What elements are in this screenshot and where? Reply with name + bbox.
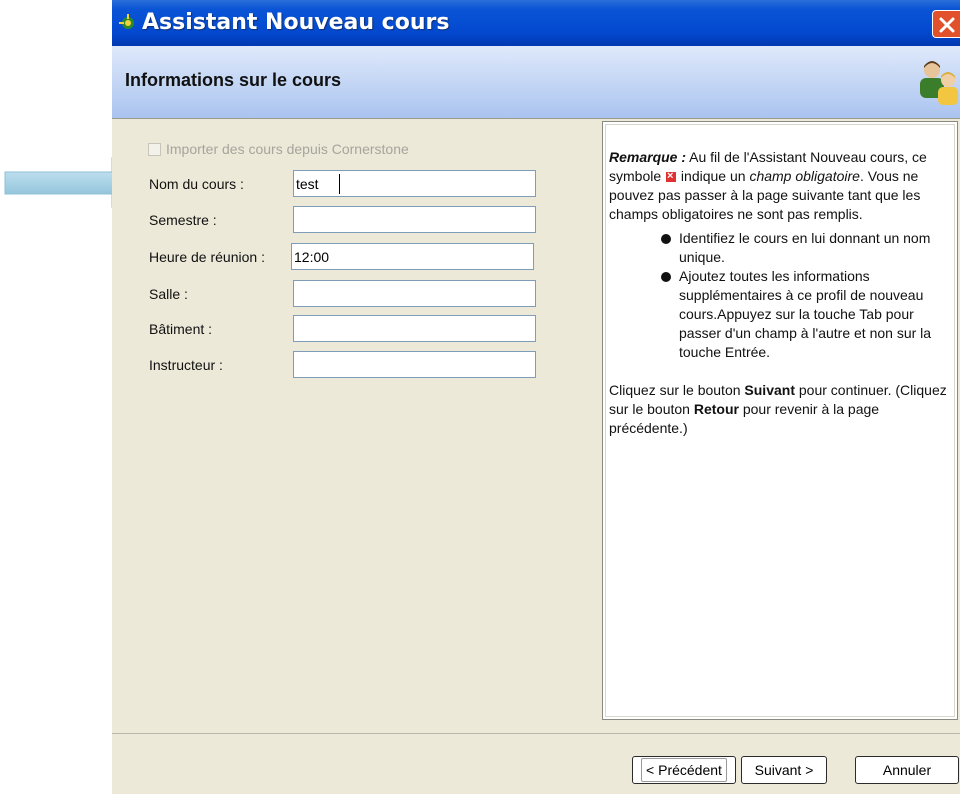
import-checkbox-label: Importer des cours depuis Cornerstone	[166, 141, 409, 157]
help-text-segment: Cliquez sur le bouton	[609, 382, 745, 398]
room-input[interactable]	[293, 280, 536, 307]
app-icon	[119, 14, 134, 29]
bullet-icon	[661, 272, 671, 282]
wizard-header: Informations sur le cours	[112, 46, 960, 118]
semester-label: Semestre :	[149, 212, 217, 228]
semester-input[interactable]	[293, 206, 536, 233]
help-paragraph-required: Remarque : Au fil de l'Assistant Nouveau…	[609, 148, 949, 224]
cancel-button-label: Annuler	[882, 762, 932, 778]
remark-label: Remarque :	[609, 149, 687, 165]
help-bullet-list: Identifiez le cours en lui donnant un no…	[609, 229, 949, 362]
bullet-text: Identifiez le cours en lui donnant un no…	[679, 230, 931, 265]
list-item: Ajoutez toutes les informations suppléme…	[609, 267, 949, 362]
next-button-label: Suivant >	[754, 762, 814, 778]
close-button[interactable]	[932, 10, 960, 38]
instructor-label: Instructeur :	[149, 357, 223, 373]
back-keyword: Retour	[693, 401, 739, 417]
close-icon	[939, 17, 955, 33]
next-button[interactable]: Suivant >	[741, 756, 827, 784]
help-panel: Remarque : Au fil de l'Assistant Nouveau…	[602, 121, 958, 720]
footer-divider	[112, 733, 960, 734]
building-input[interactable]	[293, 315, 536, 342]
window-title: Assistant Nouveau cours	[142, 10, 450, 35]
header-divider	[112, 118, 960, 119]
bullet-icon	[661, 234, 671, 244]
users-icon	[920, 61, 958, 105]
meeting-time-input[interactable]	[291, 243, 534, 270]
course-name-input[interactable]	[293, 170, 536, 197]
previous-button-label: < Précédent	[641, 758, 727, 782]
required-field-icon	[666, 167, 677, 186]
wizard-window: Assistant Nouveau cours Informations sur…	[112, 0, 960, 794]
help-text-segment: indique un	[677, 168, 750, 184]
import-checkbox[interactable]	[148, 143, 161, 156]
title-bar[interactable]: Assistant Nouveau cours	[112, 0, 960, 46]
text-caret	[339, 174, 340, 194]
required-field-term: champ obligatoire	[749, 168, 860, 184]
previous-button[interactable]: < Précédent	[632, 756, 736, 784]
instructor-input[interactable]	[293, 351, 536, 378]
room-label: Salle :	[149, 286, 188, 302]
cancel-button[interactable]: Annuler	[855, 756, 959, 784]
next-keyword: Suivant	[744, 382, 795, 398]
building-label: Bâtiment :	[149, 321, 213, 337]
page-title: Informations sur le cours	[125, 70, 342, 90]
help-paragraph-navigation: Cliquez sur le bouton Suivant pour conti…	[609, 381, 949, 438]
list-item: Identifiez le cours en lui donnant un no…	[609, 229, 949, 267]
bullet-text: Ajoutez toutes les informations suppléme…	[679, 268, 932, 360]
meeting-time-label: Heure de réunion :	[149, 249, 265, 265]
course-name-label: Nom du cours :	[149, 176, 244, 192]
help-text: Remarque : Au fil de l'Assistant Nouveau…	[609, 148, 949, 438]
